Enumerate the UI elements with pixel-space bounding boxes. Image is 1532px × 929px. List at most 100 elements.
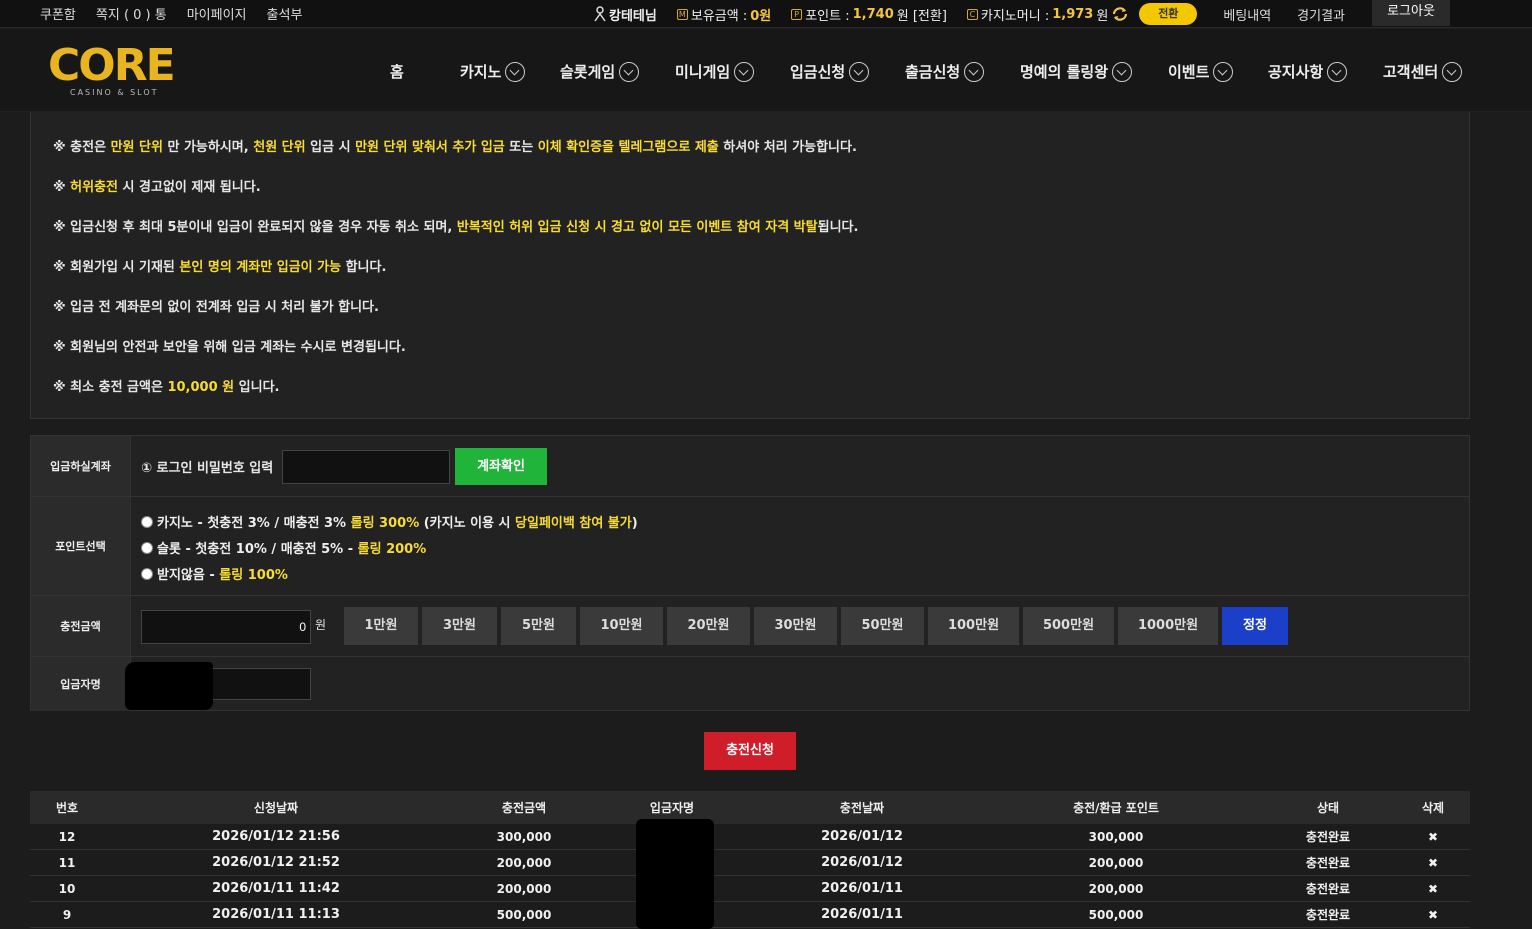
check-account-button[interactable]: 계좌확인 xyxy=(455,448,547,485)
nav-minigame[interactable]: 미니게임 xyxy=(675,61,790,82)
chevron-down-icon xyxy=(1213,61,1234,82)
text-segment: 받지않음 - xyxy=(157,568,220,583)
amount-1000man-button[interactable]: 1000만원 xyxy=(1118,607,1218,645)
nav-slot[interactable]: 슬롯게임 xyxy=(560,61,675,82)
chevron-down-icon xyxy=(1442,61,1463,82)
col-points: 충전/환급 포인트 xyxy=(1073,801,1159,815)
amount-50man-button[interactable]: 50만원 xyxy=(841,607,924,645)
radio-button[interactable] xyxy=(141,541,153,554)
nav-support[interactable]: 고객센터 xyxy=(1383,61,1483,82)
amount-5man-button[interactable]: 5만원 xyxy=(501,607,576,645)
chevron-down-icon xyxy=(1112,61,1133,82)
refresh-icon[interactable] xyxy=(1111,5,1129,23)
bet-history-link[interactable]: 베팅내역 xyxy=(1223,5,1271,24)
text-segment: 합니다. xyxy=(341,260,387,275)
notice-line: ※ 회원가입 시 기재된 본인 명의 계좌만 입금이 가능 합니다. xyxy=(53,256,386,275)
text-segment: 입금 시 xyxy=(305,140,356,155)
cell-amount: 500,000 xyxy=(496,907,552,922)
text-segment: 만 가능하시며, xyxy=(162,140,254,155)
logout-button[interactable]: 로그아웃 xyxy=(1372,0,1450,26)
highlight-text: 롤링 300% xyxy=(350,516,420,531)
cell-charge-date: 2026/01/11 xyxy=(821,907,903,922)
top-bar: 쿠폰함 쪽지 ( 0 ) 통 마이페이지 출석부 캉테테님 M 보유금액 : 0… xyxy=(0,0,1532,28)
chevron-down-icon xyxy=(505,61,526,82)
text-segment: 하셔야 처리 가능합니다. xyxy=(718,140,857,155)
nav-withdraw[interactable]: 출금신청 xyxy=(905,61,1020,82)
amount-500man-button[interactable]: 500만원 xyxy=(1023,607,1114,645)
amount-100man-button[interactable]: 100만원 xyxy=(928,607,1019,645)
nav-rolling-king[interactable]: 명예의 롤링왕 xyxy=(1020,61,1168,82)
amount-3man-button[interactable]: 3만원 xyxy=(422,607,497,645)
submit-deposit-button[interactable]: 충전신청 xyxy=(704,732,796,770)
amount-input[interactable] xyxy=(141,610,311,644)
amount-1man-button[interactable]: 1만원 xyxy=(344,607,418,645)
amount-row: 충전금액 원 1만원 3만원 5만원 10만원 20만원 30만원 50만원 1… xyxy=(31,596,1469,657)
account-status: 캉테테님 M 보유금액 : 0원 P 포인트 : 1,740 원 [전환] C … xyxy=(594,3,1345,25)
logo[interactable]: CORE CASINO & SLOT xyxy=(48,44,176,100)
point-option-none[interactable]: 받지않음 - 롤링 100% xyxy=(141,564,288,583)
delete-icon[interactable]: ✖ xyxy=(1396,876,1470,901)
cell-charge-date: 2026/01/11 xyxy=(821,881,903,896)
mypage-link[interactable]: 마이페이지 xyxy=(187,4,247,23)
delete-icon[interactable]: ✖ xyxy=(1396,902,1470,927)
cell-status: 충전완료 xyxy=(1305,856,1351,870)
cell-status: 충전완료 xyxy=(1305,830,1351,844)
depositor-label: 입금자명 xyxy=(31,657,131,711)
user-name: 캉테테님 xyxy=(594,5,657,24)
attendance-link[interactable]: 출석부 xyxy=(267,4,303,23)
nav-notice[interactable]: 공지사항 xyxy=(1268,61,1383,82)
results-link[interactable]: 경기결과 xyxy=(1297,5,1345,24)
col-status: 상태 xyxy=(1316,801,1340,815)
amount-10man-button[interactable]: 10만원 xyxy=(580,607,663,645)
nav-casino[interactable]: 카지노 xyxy=(460,61,560,82)
amount-20man-button[interactable]: 20만원 xyxy=(667,607,750,645)
cell-status: 충전완료 xyxy=(1305,908,1351,922)
messages-link[interactable]: 쪽지 ( 0 ) 통 xyxy=(96,4,167,23)
text-segment: (카지노 이용 시 xyxy=(419,516,516,531)
highlight-text: 이체 확인증을 텔레그램으로 제출 xyxy=(537,140,719,155)
table-row: 10 2026/01/11 11:42 200,000 2026/01/11 200,0… xyxy=(30,876,1470,902)
table-row: 11 2026/01/12 21:52 200,000 2026/01/12 200,0… xyxy=(30,850,1470,876)
table-row: 12 2026/01/12 21:56 300,000 2026/01/12 300,0… xyxy=(30,824,1470,850)
table-row: 9 2026/01/11 11:13 500,000 2026/01/11 500,00… xyxy=(30,902,1470,928)
delete-icon[interactable]: ✖ xyxy=(1396,824,1470,849)
notice-line: ※ 회원님의 안전과 보안을 위해 입금 계좌는 수시로 변경됩니다. xyxy=(53,336,406,355)
nav-event[interactable]: 이벤트 xyxy=(1168,61,1268,82)
highlight-text: 만원 단위 xyxy=(110,140,163,155)
radio-button[interactable] xyxy=(141,567,153,580)
cell-request-date: 2026/01/11 11:42 xyxy=(212,881,340,896)
table-header: 번호 신청날짜 충전금액 입금자명 충전날짜 충전/환급 포인트 상태 삭제 xyxy=(30,791,1470,824)
points-convert-link[interactable]: 원 [전환] xyxy=(897,5,947,24)
reset-amount-button[interactable]: 정정 xyxy=(1222,607,1288,645)
redaction-mask xyxy=(636,819,714,929)
text-segment: 됩니다. xyxy=(817,220,859,235)
account-row: 입금하실계좌 ① 로그인 비밀번호 입력 계좌확인 xyxy=(31,436,1469,497)
delete-icon[interactable]: ✖ xyxy=(1396,850,1470,875)
money-icon: M xyxy=(676,8,688,20)
amount-label: 충전금액 xyxy=(31,596,131,656)
point-option-slot[interactable]: 슬롯 - 첫충전 10% / 매충전 5% - 롤링 200% xyxy=(141,538,426,557)
amount-unit: 원 xyxy=(315,618,327,632)
cell-status: 충전완료 xyxy=(1305,882,1351,896)
radio-button[interactable] xyxy=(141,515,153,528)
cell-number: 10 xyxy=(58,881,76,896)
amount-30man-button[interactable]: 30만원 xyxy=(754,607,837,645)
redaction-mask xyxy=(125,662,213,710)
exchange-button[interactable]: 전환 xyxy=(1139,3,1198,25)
deposit-history-table: 번호 신청날짜 충전금액 입금자명 충전날짜 충전/환급 포인트 상태 삭제 1… xyxy=(30,791,1470,929)
chevron-down-icon xyxy=(734,61,755,82)
cell-request-date: 2026/01/12 21:56 xyxy=(212,829,340,844)
coin-icon: C xyxy=(966,8,978,20)
coupon-link[interactable]: 쿠폰함 xyxy=(40,4,76,23)
notice-line: ※ 허위충전 시 경고없이 제재 됩니다. xyxy=(53,176,261,195)
password-input[interactable] xyxy=(282,450,450,484)
highlight-text: 천원 단위 xyxy=(253,140,306,155)
highlight-text: 10,000 원 xyxy=(167,380,235,395)
point-option-casino[interactable]: 카지노 - 첫충전 3% / 매충전 3% 롤링 300% (카지노 이용 시 … xyxy=(141,512,638,531)
nav-home[interactable]: 홈 xyxy=(388,61,460,82)
account-label: 입금하실계좌 xyxy=(31,436,131,496)
nav-deposit[interactable]: 입금신청 xyxy=(790,61,905,82)
notice-line: ※ 최소 충전 금액은 10,000 원 입니다. xyxy=(53,376,279,395)
cell-request-date: 2026/01/11 11:13 xyxy=(212,907,340,922)
highlight-text: 당일페이백 참여 불가 xyxy=(515,516,632,531)
